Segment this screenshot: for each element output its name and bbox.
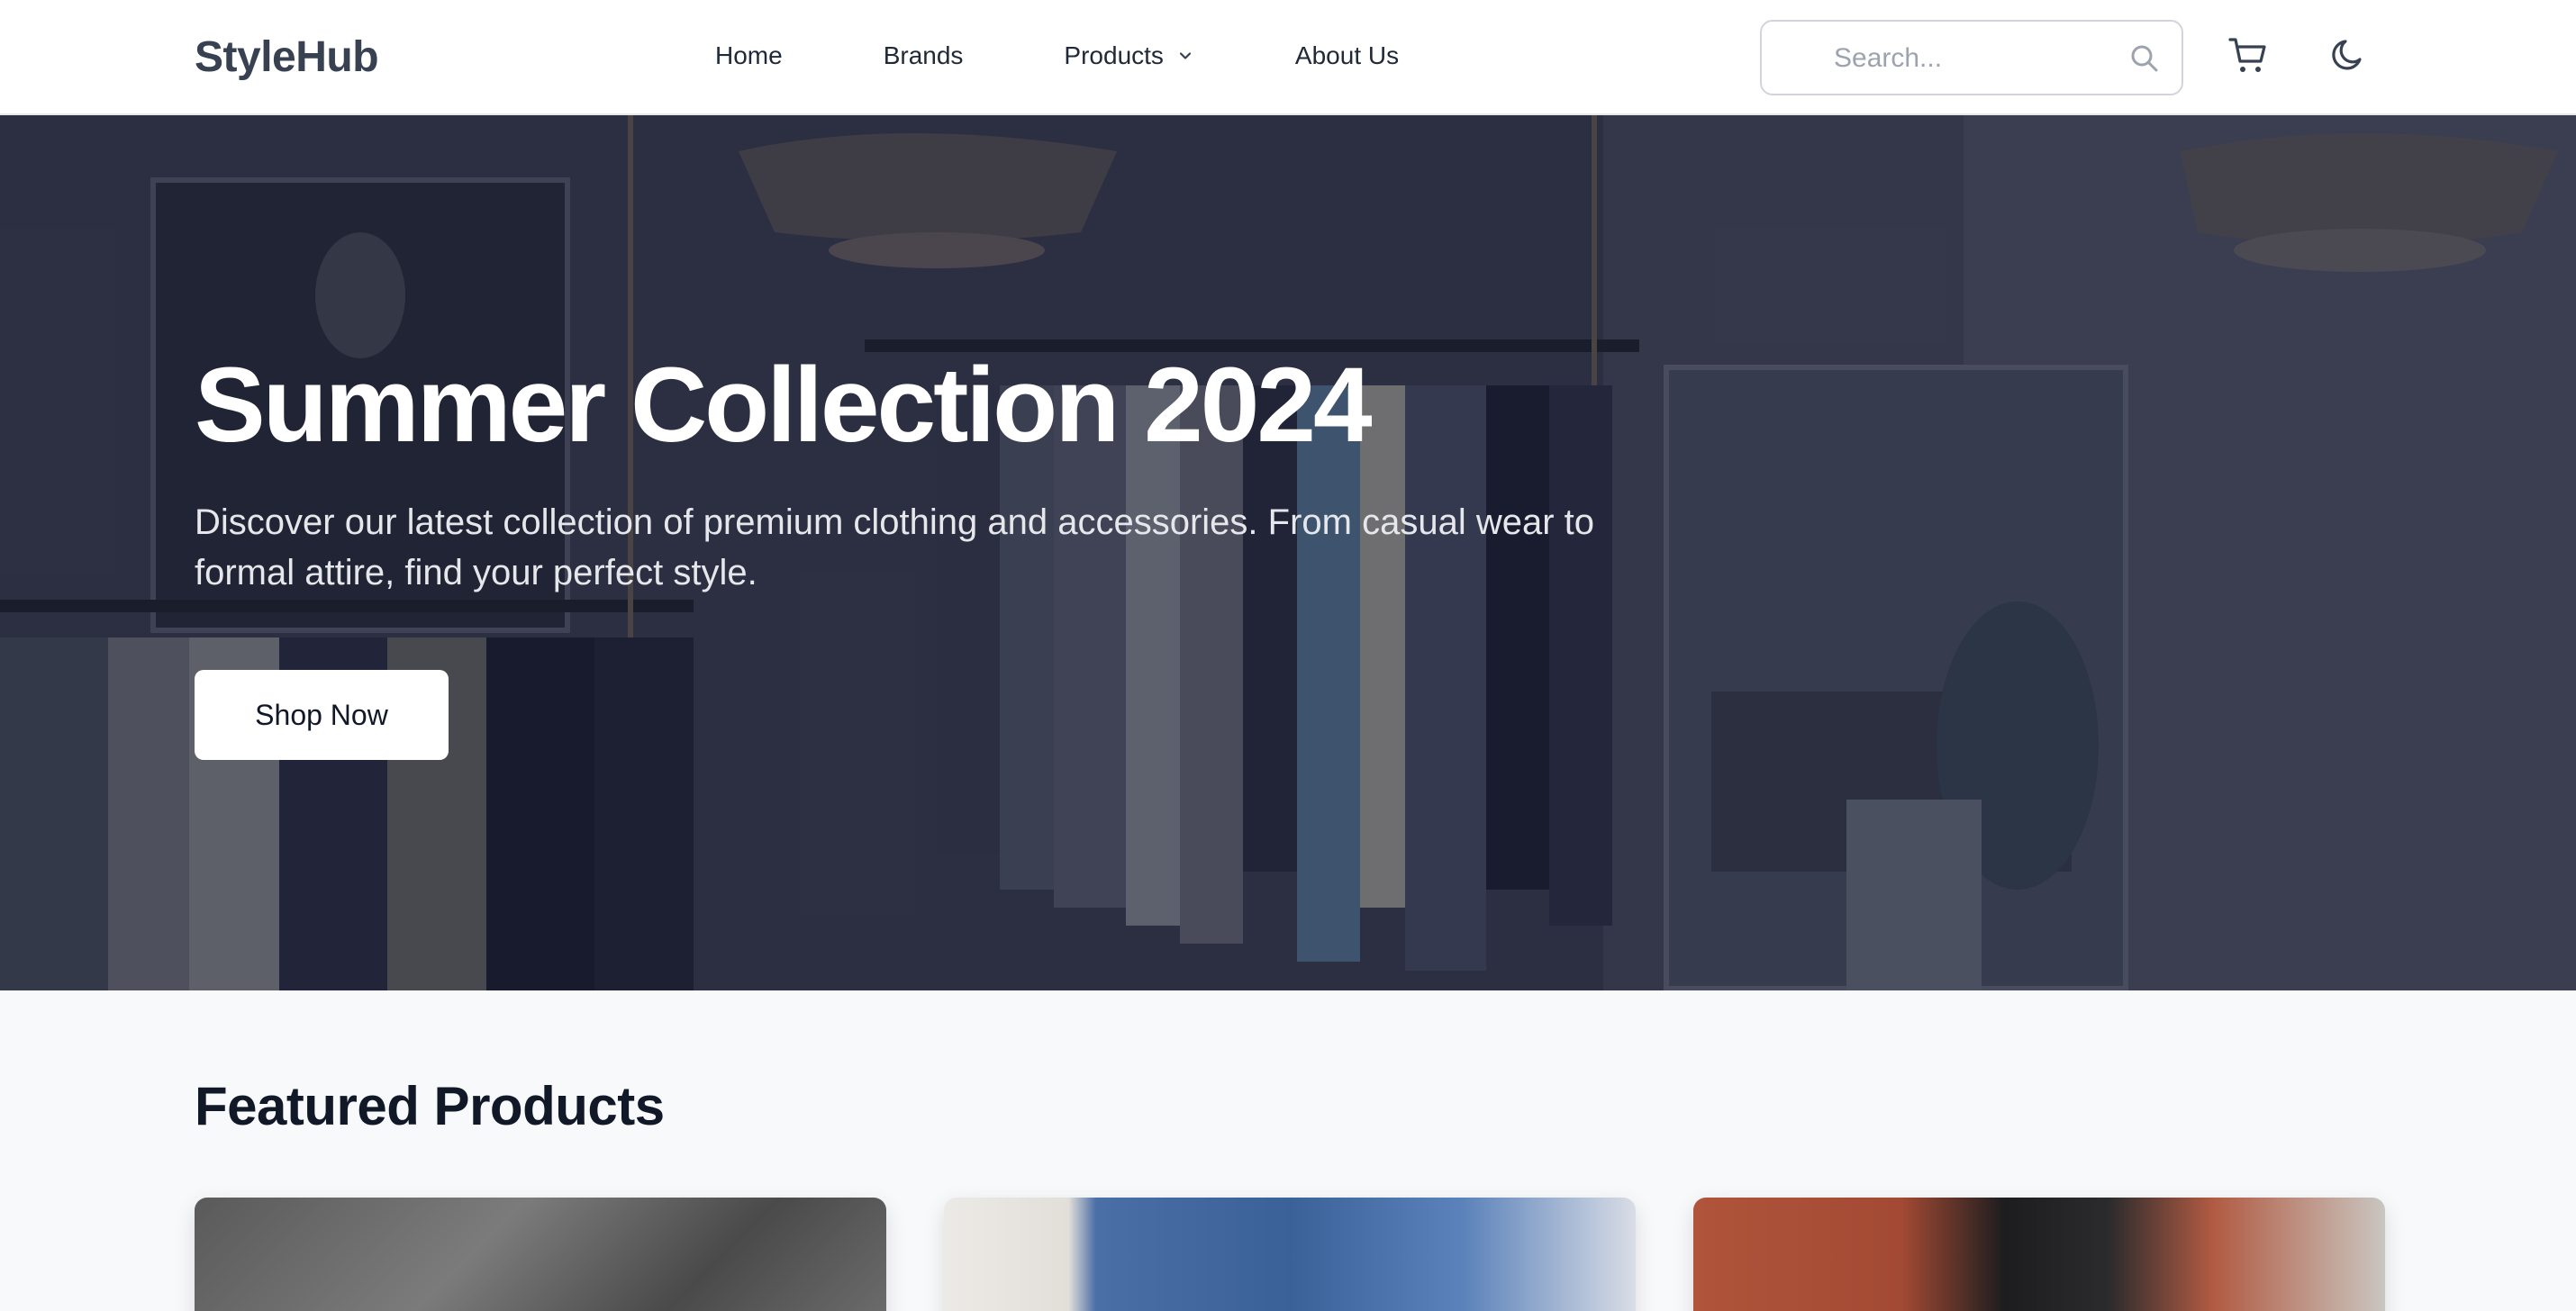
hero-banner: Summer Collection 2024 Discover our late… [0,115,2576,990]
chevron-down-icon [1179,52,1192,59]
featured-title: Featured Products [195,1076,665,1136]
search-box [1760,20,2183,95]
cart-icon[interactable] [2227,34,2270,77]
nav-item-about-us[interactable]: About Us [1295,41,1399,70]
site-header: StyleHub Home Brands Products About Us [0,0,2576,115]
nav-item-products-label: Products [1064,41,1164,69]
hero-title: Summer Collection 2024 [195,346,1373,465]
shop-now-button[interactable]: Shop Now [195,670,449,760]
product-card-image[interactable] [195,1198,886,1311]
nav-item-brands[interactable]: Brands [884,41,964,70]
hero-description: Discover our latest collection of premiu… [195,502,1594,592]
product-card-image[interactable] [1693,1198,2385,1311]
main-nav: Home Brands Products About Us [715,41,1399,70]
nav-item-products[interactable]: Products [1064,41,1194,70]
search-input[interactable] [1834,38,2104,79]
brand-logo[interactable]: StyleHub [195,32,379,82]
search-icon[interactable] [2127,41,2162,76]
nav-item-home[interactable]: Home [715,41,783,70]
product-card-image[interactable] [944,1198,1636,1311]
moon-icon[interactable] [2327,34,2369,76]
